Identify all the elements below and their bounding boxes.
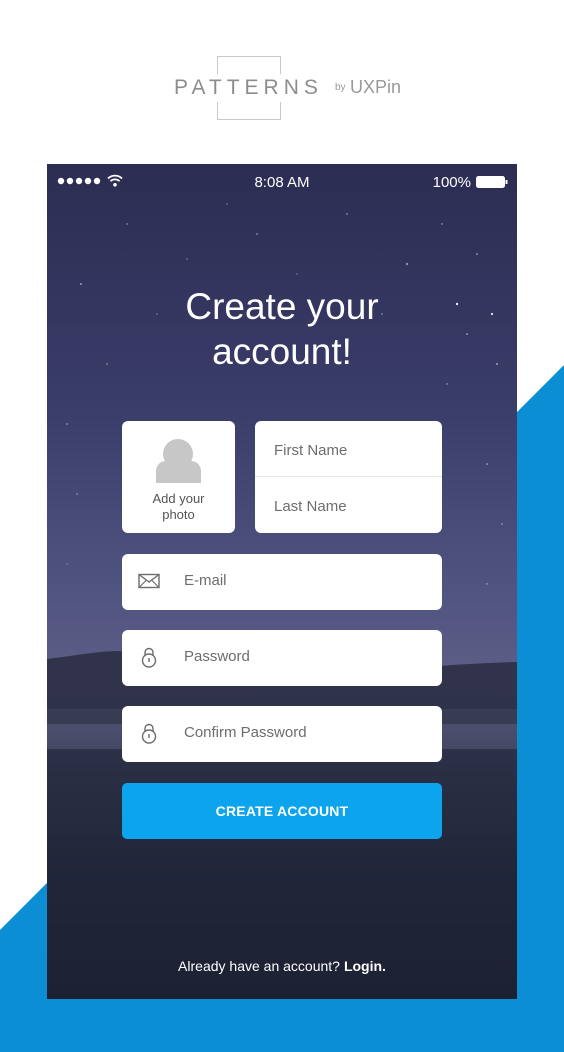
confirm-password-placeholder: Confirm Password xyxy=(184,724,307,741)
status-bar: 8:08 AM 100% xyxy=(47,164,517,200)
create-account-button[interactable]: CREATE ACCOUNT xyxy=(122,783,442,839)
password-field[interactable]: Password xyxy=(122,630,442,686)
password-placeholder: Password xyxy=(184,648,250,665)
login-prompt-row: Already have an account? Login. xyxy=(47,958,517,974)
page-title: Create your account! xyxy=(47,284,517,374)
brand-logo: PATTERNS by UXPin xyxy=(0,56,564,120)
confirm-password-field[interactable]: Confirm Password xyxy=(122,706,442,762)
add-photo-label-line-2: photo xyxy=(162,507,195,522)
add-photo-button[interactable]: Add your photo xyxy=(122,421,235,533)
envelope-icon xyxy=(138,573,160,589)
brand-name: PATTERNS xyxy=(174,74,324,102)
phone-screen: 8:08 AM 100% Create your account! Add yo… xyxy=(47,164,517,999)
login-link[interactable]: Login. xyxy=(344,958,386,974)
email-placeholder: E-mail xyxy=(184,572,227,589)
divider xyxy=(255,476,442,477)
lock-icon xyxy=(141,723,157,744)
title-line-1: Create your xyxy=(185,286,379,327)
battery-icon xyxy=(476,176,508,188)
add-photo-label-line-1: Add your xyxy=(152,491,205,506)
title-line-2: account! xyxy=(212,331,352,372)
last-name-field[interactable]: Last Name xyxy=(274,498,347,515)
email-field[interactable]: E-mail xyxy=(122,554,442,610)
brand-by: by xyxy=(335,82,346,93)
login-prompt-text: Already have an account? xyxy=(178,958,340,974)
name-fields-card: First Name Last Name xyxy=(255,421,442,533)
first-name-field[interactable]: First Name xyxy=(274,442,347,459)
add-photo-label: Add your photo xyxy=(122,491,235,523)
brand-company: UXPin xyxy=(350,77,402,97)
battery-percentage: 100% xyxy=(432,174,471,191)
lock-icon xyxy=(141,647,157,668)
